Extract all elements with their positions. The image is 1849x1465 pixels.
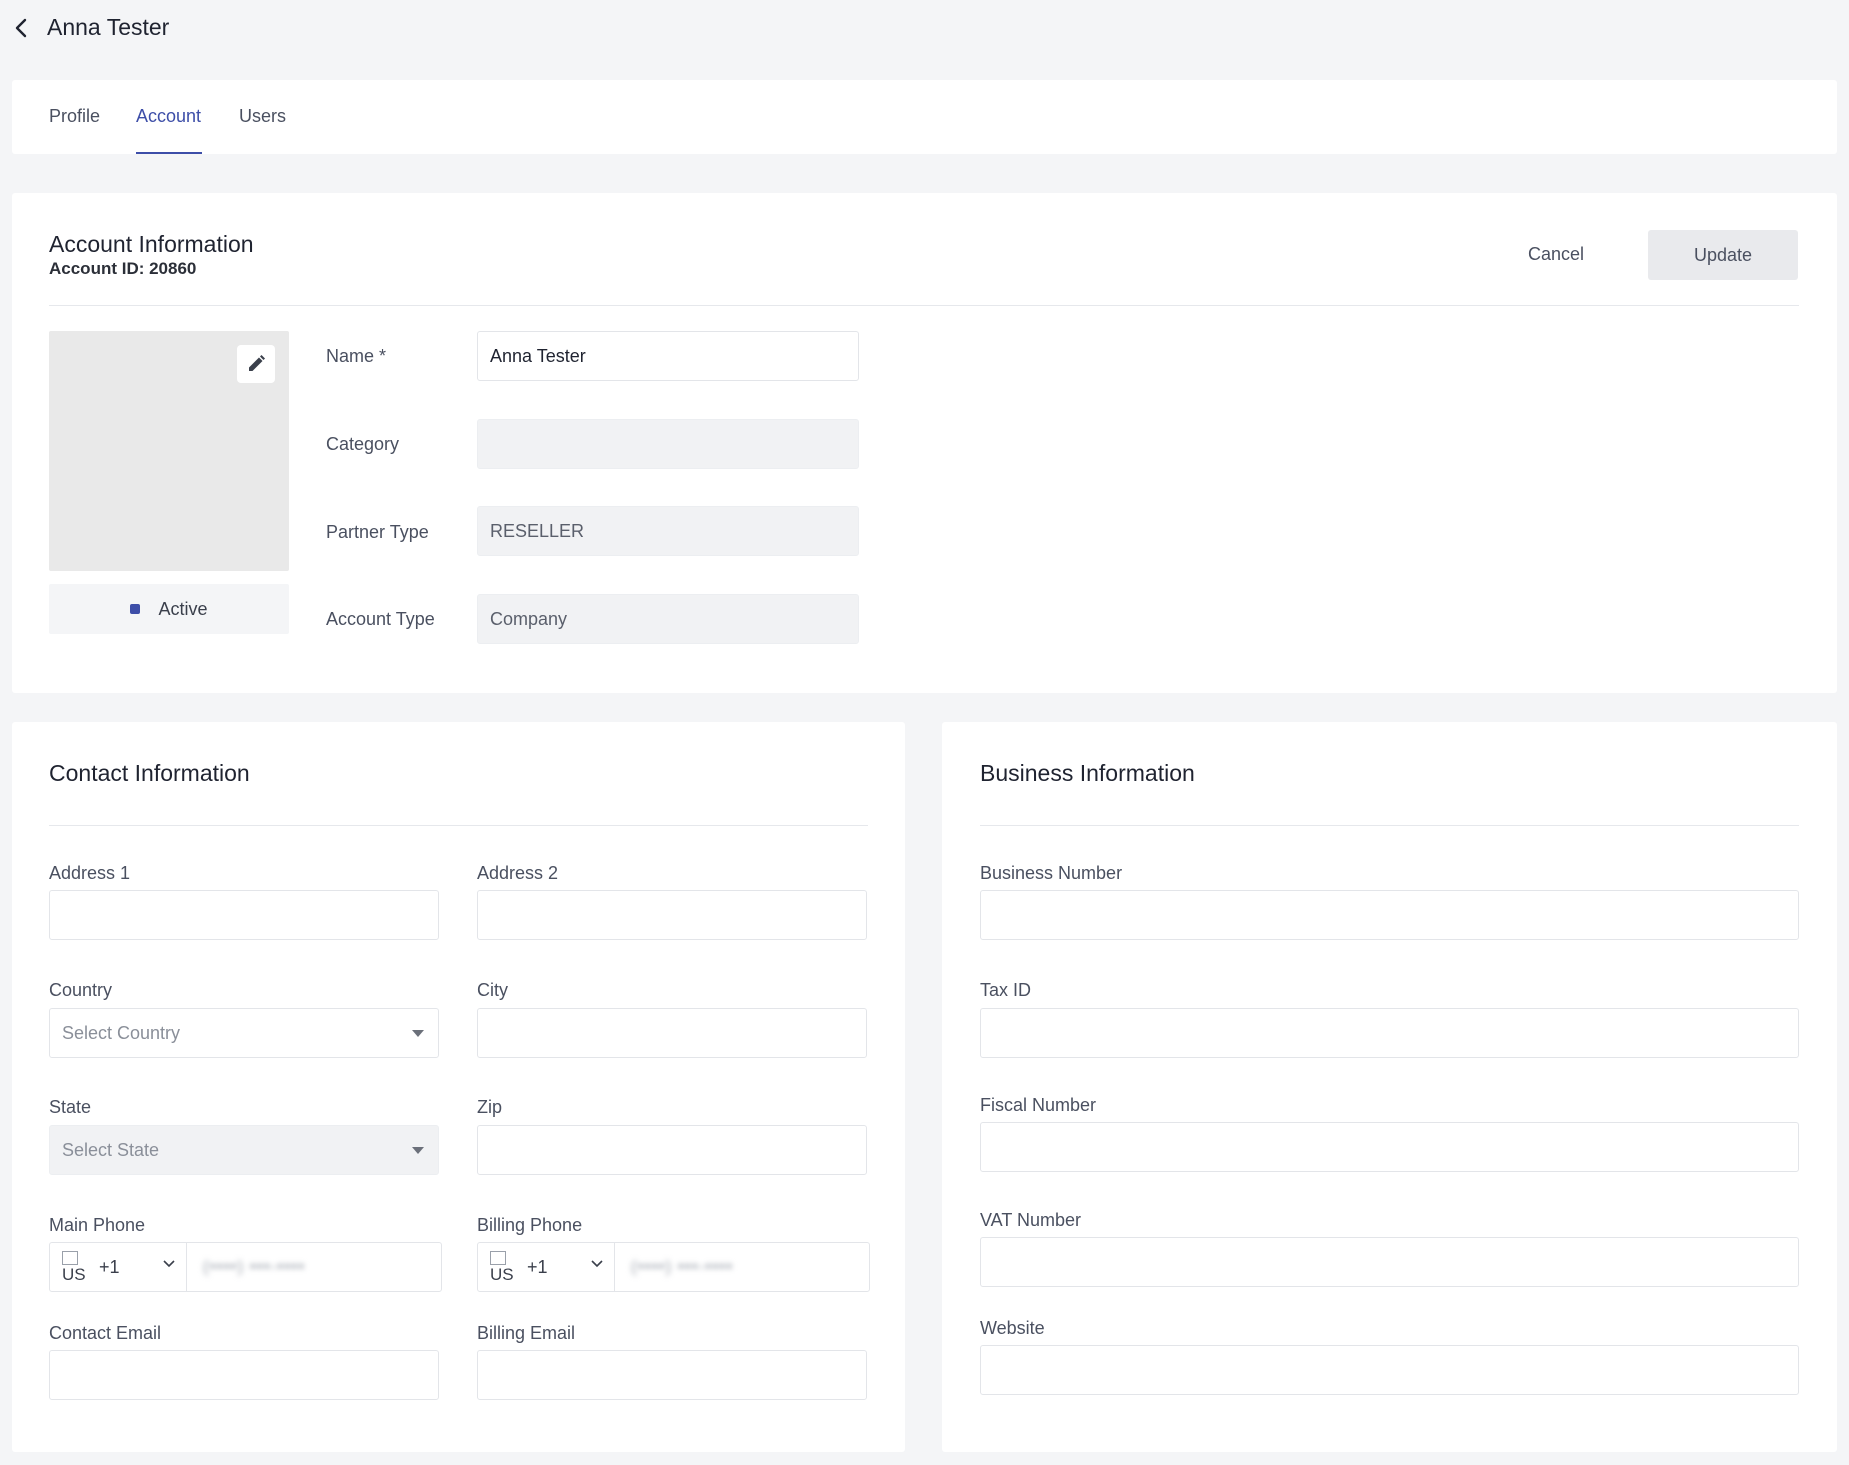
name-label: Name * (326, 346, 387, 366)
vat-number-label: VAT Number (980, 1210, 1082, 1230)
name-input[interactable]: Anna Tester (477, 331, 859, 381)
category-input (477, 419, 859, 469)
status-label: Active (158, 598, 208, 619)
account-type-label: Account Type (326, 609, 435, 629)
caret-down-icon (412, 1030, 424, 1037)
tab-users[interactable]: Users (239, 106, 286, 127)
section-divider (49, 825, 868, 826)
update-button[interactable]: Update (1648, 230, 1798, 280)
website-label: Website (980, 1318, 1045, 1338)
billing-phone-input[interactable]: (••••) •••-•••• (615, 1243, 869, 1291)
tab-bar: Profile Account Users (12, 80, 1837, 154)
billing-phone-label: Billing Phone (477, 1215, 583, 1235)
country-label: Country (49, 980, 113, 1000)
edit-logo-button[interactable] (237, 345, 275, 383)
chevron-down-icon (591, 1260, 603, 1268)
billing-phone-field: US +1 (••••) •••-•••• (477, 1242, 870, 1292)
website-input[interactable] (980, 1345, 1799, 1395)
address1-label: Address 1 (49, 863, 131, 883)
partner-type-input: RESELLER (477, 506, 859, 556)
vat-number-input[interactable] (980, 1237, 1799, 1287)
zip-label: Zip (477, 1097, 503, 1117)
business-information-card: Business Information Business Number Tax… (942, 722, 1837, 1452)
billing-email-input[interactable] (477, 1350, 867, 1400)
billing-phone-dial-code: +1 (527, 1257, 548, 1277)
country-select[interactable]: Select Country (49, 1008, 439, 1058)
section-divider (980, 825, 1799, 826)
tax-id-input[interactable] (980, 1008, 1799, 1058)
main-phone-dial-code: +1 (99, 1257, 120, 1277)
billing-phone-country-code-select[interactable]: US +1 (478, 1243, 615, 1291)
state-select-placeholder: Select State (62, 1139, 160, 1160)
section-divider (49, 305, 1799, 306)
chevron-left-icon (15, 18, 27, 38)
contact-information-title: Contact Information (49, 760, 250, 786)
account-id: Account ID: 20860 (49, 259, 197, 278)
category-label: Category (326, 434, 400, 454)
tax-id-label: Tax ID (980, 980, 1032, 1000)
address2-input[interactable] (477, 890, 867, 940)
fiscal-number-label: Fiscal Number (980, 1095, 1097, 1115)
zip-input[interactable] (477, 1125, 867, 1175)
cancel-button[interactable]: Cancel (1506, 230, 1606, 278)
state-select[interactable]: Select State (49, 1125, 439, 1175)
main-phone-input[interactable]: (••••) •••-•••• (187, 1243, 441, 1291)
billing-email-label: Billing Email (477, 1323, 576, 1343)
status-badge: Active (49, 584, 289, 634)
back-button[interactable] (8, 14, 36, 42)
address2-label: Address 2 (477, 863, 559, 883)
main-phone-number: (••••) •••-•••• (203, 1257, 306, 1276)
city-input[interactable] (477, 1008, 867, 1058)
us-flag-icon: US (62, 1251, 88, 1283)
caret-down-icon (412, 1147, 424, 1154)
us-flag-icon: US (490, 1251, 516, 1283)
contact-email-input[interactable] (49, 1350, 439, 1400)
business-information-title: Business Information (980, 760, 1195, 786)
account-information-title: Account Information (49, 231, 254, 257)
tab-account[interactable]: Account (136, 106, 201, 127)
tab-profile[interactable]: Profile (49, 106, 100, 127)
chevron-down-icon (163, 1260, 175, 1268)
country-select-placeholder: Select Country (62, 1022, 181, 1043)
state-label: State (49, 1097, 92, 1117)
business-number-label: Business Number (980, 863, 1123, 883)
main-phone-country-code-select[interactable]: US +1 (50, 1243, 187, 1291)
business-number-input[interactable] (980, 890, 1799, 940)
account-information-card: Account Information Account ID: 20860 Ca… (12, 193, 1837, 693)
active-tab-indicator (136, 152, 202, 154)
address1-input[interactable] (49, 890, 439, 940)
contact-information-card: Contact Information Address 1 Address 2 … (12, 722, 905, 1452)
partner-type-label: Partner Type (326, 522, 429, 542)
billing-phone-number: (••••) •••-•••• (631, 1257, 734, 1276)
page-title: Anna Tester (47, 14, 170, 40)
status-indicator-icon (130, 604, 141, 614)
main-phone-field: US +1 (••••) •••-•••• (49, 1242, 442, 1292)
contact-email-label: Contact Email (49, 1323, 162, 1343)
fiscal-number-input[interactable] (980, 1122, 1799, 1172)
pencil-icon (249, 355, 265, 371)
page-header: Anna Tester (0, 0, 1849, 60)
account-logo-placeholder (49, 331, 289, 571)
account-type-input: Company (477, 594, 859, 644)
city-label: City (477, 980, 508, 1000)
main-phone-label: Main Phone (49, 1215, 146, 1235)
